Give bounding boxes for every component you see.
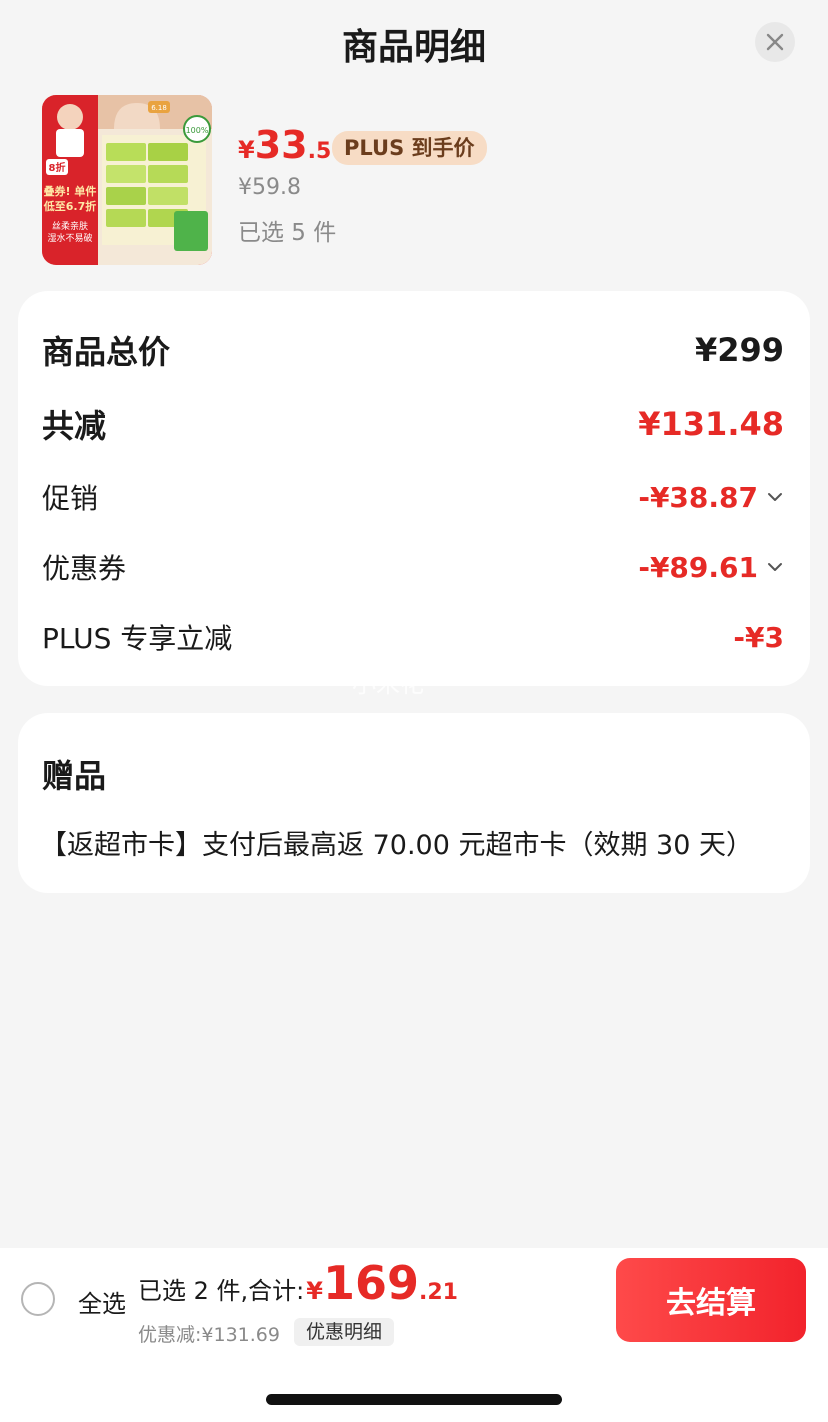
bottom-line-2: 湿水不易破 bbox=[47, 232, 92, 244]
banner-618: 6.18 bbox=[151, 104, 167, 112]
coupon-value: -¥89.61 bbox=[638, 550, 758, 584]
home-bar-area bbox=[0, 1348, 828, 1422]
gift-title: 赠品 bbox=[42, 757, 107, 795]
cart-total-decimal: .21 bbox=[418, 1280, 458, 1305]
discount-detail-button[interactable]: 优惠明细 bbox=[294, 1318, 395, 1346]
promotion-value: -¥38.87 bbox=[638, 480, 758, 514]
discount-summary: 优惠减:¥131.69 bbox=[138, 1324, 280, 1346]
gift-description: 【返超市卡】支付后最高返 70.00 元超市卡（效期 30 天） bbox=[40, 830, 753, 861]
promo-line-2: 低至6.7折 bbox=[43, 199, 97, 213]
total-reduction-row: 共减 ¥131.48 bbox=[42, 401, 784, 447]
bottom-line-1: 丝柔亲肤 bbox=[52, 220, 88, 232]
chevron-down-icon[interactable] bbox=[766, 488, 784, 506]
total-reduction-value: ¥131.48 bbox=[638, 405, 784, 443]
checkout-bar: 全选 已选 2 件,合计: ¥ 169 .21 优惠减:¥131.69 优惠明细… bbox=[0, 1248, 828, 1348]
product-image: 100% 6.18 8折 叠券! 单件 低至6.7折 丝柔亲肤 湿水不易破 bbox=[42, 95, 212, 265]
promo-line-1: 叠券! 单件 bbox=[44, 184, 97, 198]
page-title: 商品明细 bbox=[341, 27, 486, 68]
cart-total: 已选 2 件,合计: ¥ 169 .21 bbox=[138, 1256, 458, 1310]
home-indicator[interactable] bbox=[266, 1394, 562, 1405]
plus-discount-value: -¥3 bbox=[733, 620, 784, 654]
cart-total-symbol: ¥ bbox=[306, 1277, 323, 1305]
chevron-down-icon[interactable] bbox=[766, 558, 784, 576]
badge-8zhe: 8折 bbox=[49, 161, 66, 174]
coupon-row[interactable]: 优惠券 -¥89.61 bbox=[42, 547, 784, 587]
promotion-value-group: -¥38.87 bbox=[638, 481, 784, 514]
close-button[interactable] bbox=[755, 22, 795, 62]
header: 商品明细 bbox=[0, 0, 828, 86]
product-info: 100% 6.18 8折 叠券! 单件 低至6.7折 丝柔亲肤 湿水不易破 ¥ … bbox=[42, 95, 782, 265]
price-decimal: .5 bbox=[307, 139, 332, 164]
select-all-radio[interactable] bbox=[21, 1282, 55, 1316]
total-price-label: 商品总价 bbox=[42, 333, 171, 371]
total-price-value: ¥299 bbox=[694, 331, 784, 369]
price-integer: 33 bbox=[254, 123, 308, 167]
plus-discount-label: PLUS 专享立减 bbox=[42, 622, 233, 655]
watermark: 小米花 bbox=[352, 670, 424, 698]
product-price: ¥ 33 .5 bbox=[238, 123, 331, 167]
plus-price-badge: PLUS 到手价 bbox=[332, 131, 487, 165]
plus-discount-row: PLUS 专享立减 -¥3 bbox=[42, 617, 784, 657]
select-all-label[interactable]: 全选 bbox=[78, 1284, 126, 1319]
price-symbol: ¥ bbox=[238, 136, 255, 164]
cart-total-label: 已选 2 件,合计: bbox=[138, 1277, 305, 1305]
gift-card: 赠品 【返超市卡】支付后最高返 70.00 元超市卡（效期 30 天） bbox=[18, 713, 810, 893]
coupon-value-group: -¥89.61 bbox=[638, 551, 784, 584]
promotion-row[interactable]: 促销 -¥38.87 bbox=[42, 477, 784, 517]
product-thumbnail[interactable]: 100% 6.18 8折 叠券! 单件 低至6.7折 丝柔亲肤 湿水不易破 bbox=[42, 95, 212, 265]
checkout-button[interactable]: 去结算 bbox=[616, 1258, 806, 1342]
total-price-row: 商品总价 ¥299 bbox=[42, 327, 784, 373]
promotion-label: 促销 bbox=[42, 482, 99, 515]
coupon-label: 优惠券 bbox=[42, 552, 127, 585]
price-summary-card: 商品总价 ¥299 共减 ¥131.48 促销 -¥38.87 优惠券 -¥89… bbox=[18, 291, 810, 686]
close-icon bbox=[766, 33, 784, 51]
original-price: ¥59.8 bbox=[238, 175, 301, 200]
cert-text: 100% bbox=[186, 126, 209, 135]
selected-quantity: 已选 5 件 bbox=[238, 220, 337, 246]
cart-total-integer: 169 bbox=[322, 1256, 419, 1310]
total-reduction-label: 共减 bbox=[42, 407, 107, 445]
